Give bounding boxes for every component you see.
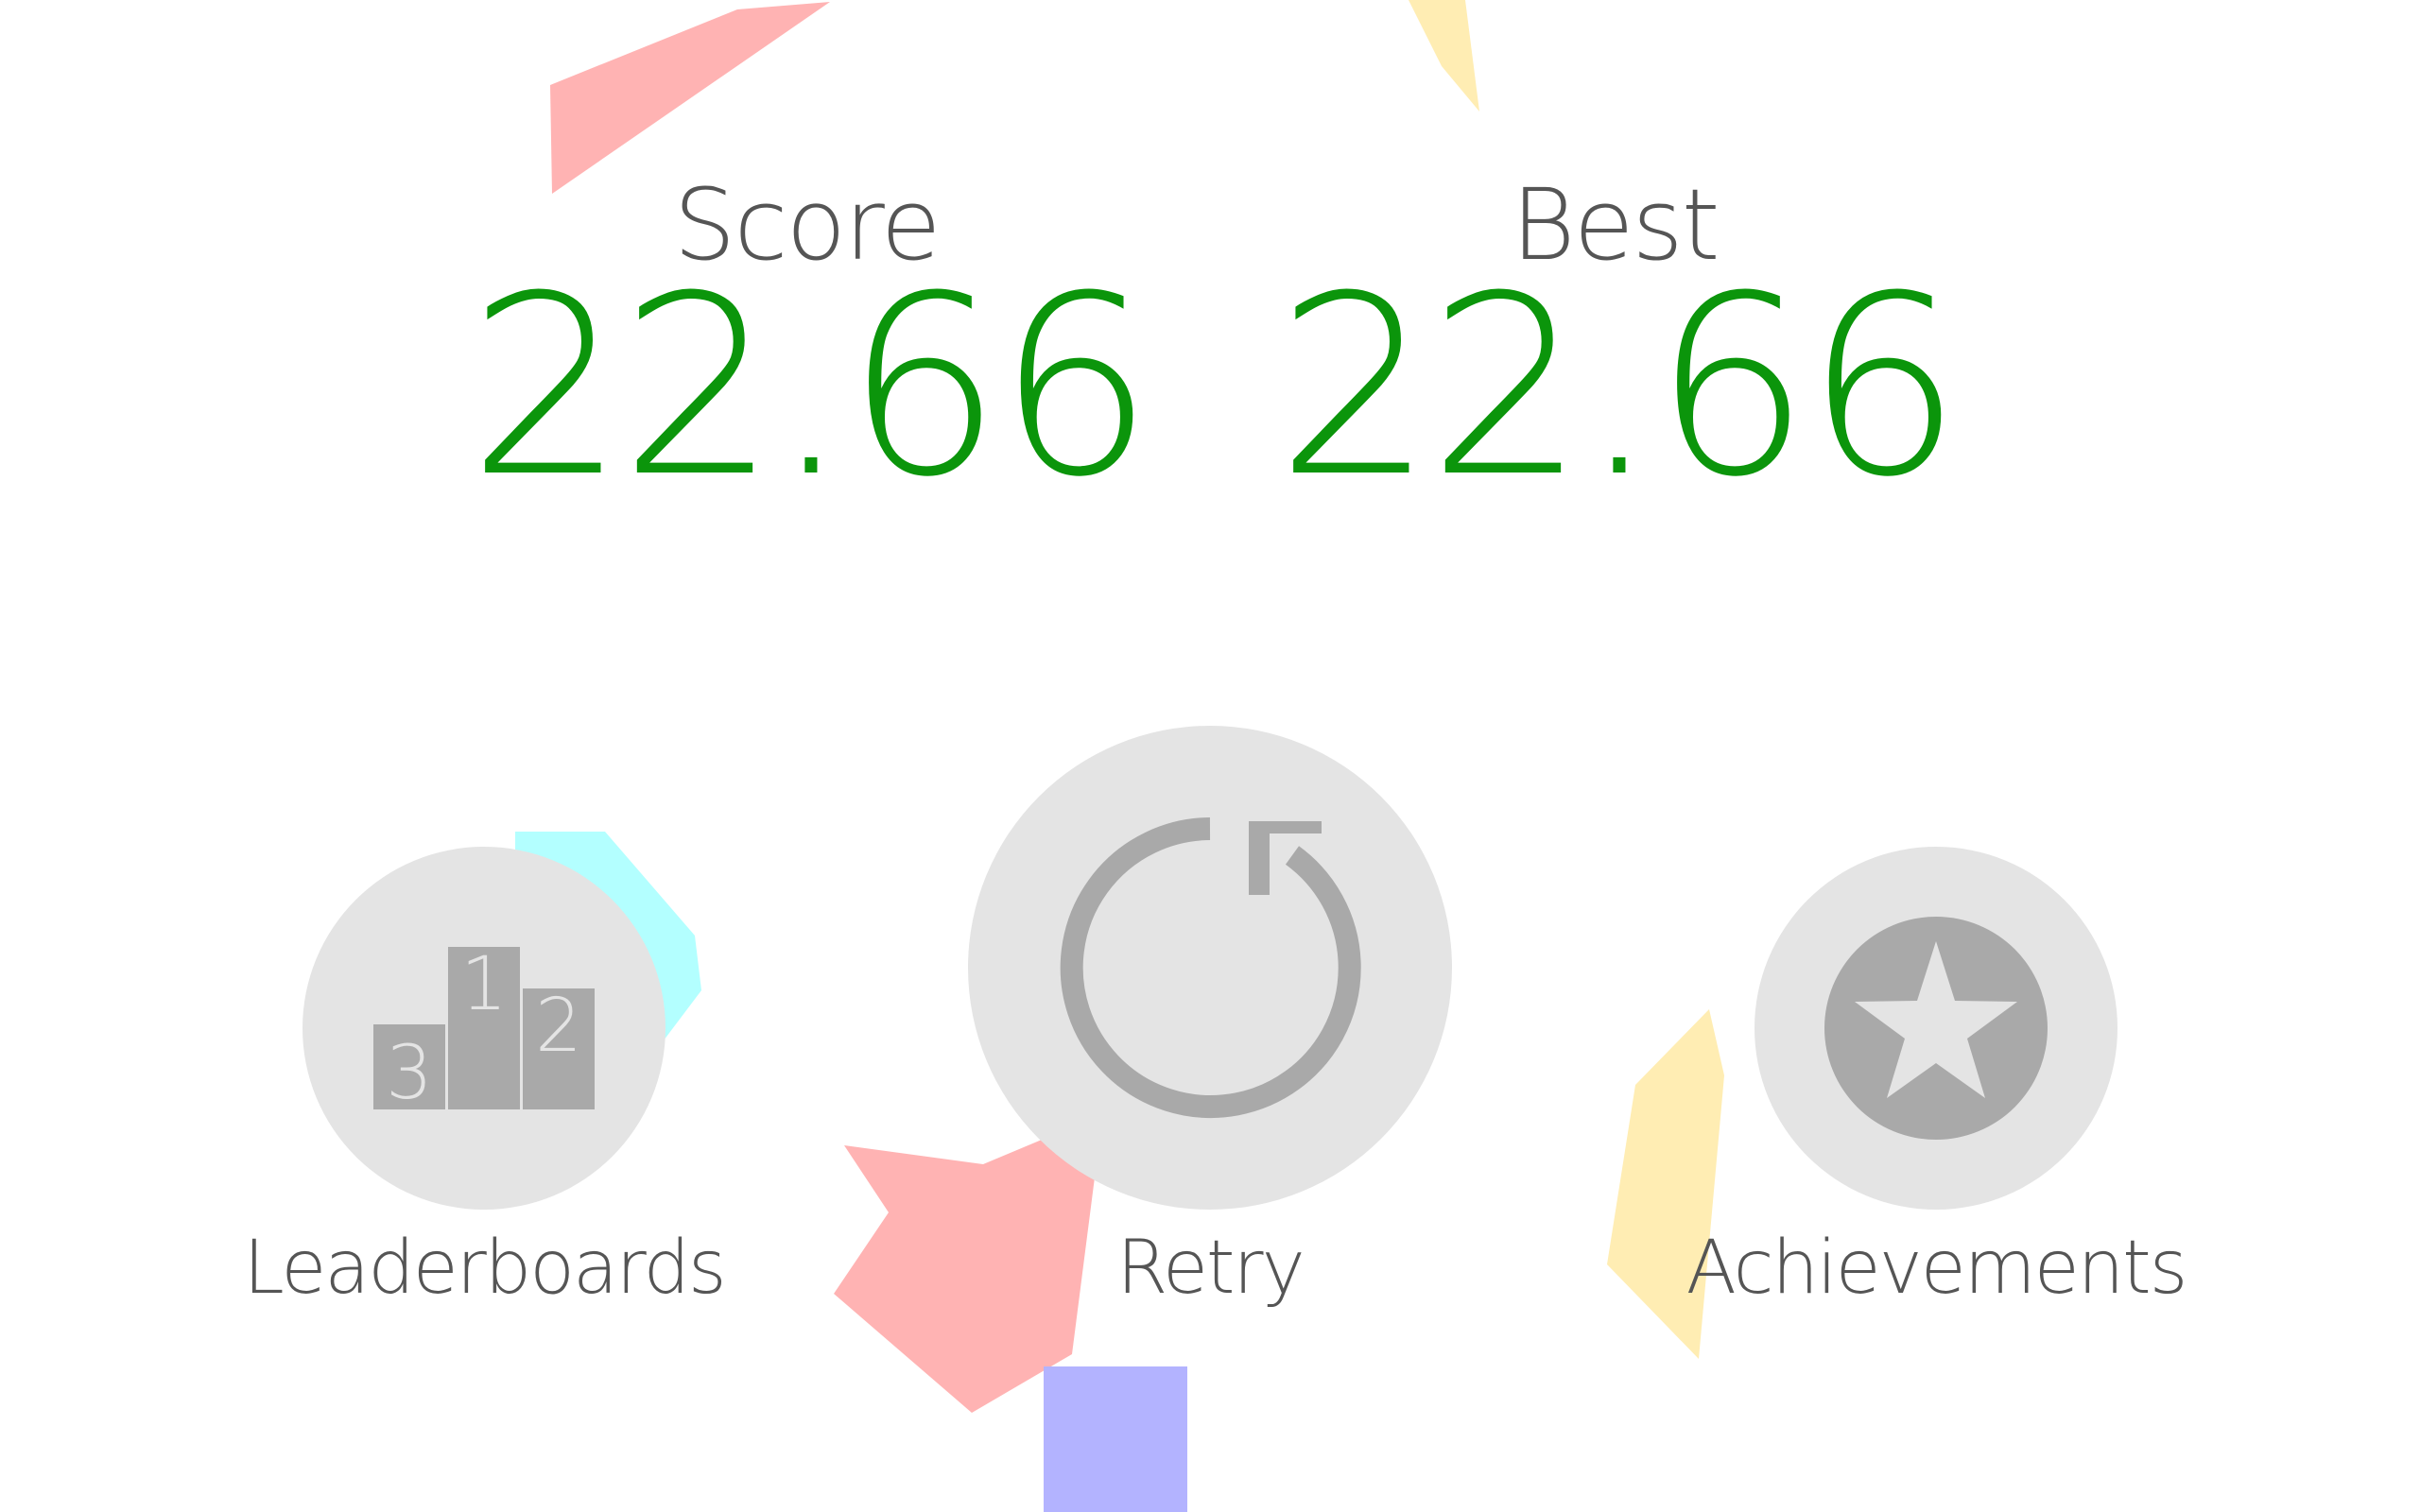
podium-second-place: 2 — [535, 984, 582, 1069]
best-value: 22.66 — [1275, 243, 1962, 531]
leaderboards-button[interactable]: 1 2 3 — [302, 847, 666, 1210]
retry-label[interactable]: Retry — [879, 1221, 1541, 1315]
podium-first-place: 1 — [460, 942, 508, 1027]
yellow-shape-top — [1409, 0, 1479, 112]
podium-third-place: 3 — [386, 1031, 433, 1116]
podium-icon: 1 2 3 — [373, 942, 595, 1116]
leaderboards-label[interactable]: Leaderboards — [153, 1221, 815, 1315]
game-over-screen: Score Best 22.66 22.66 1 2 3 Leaderboard… — [0, 0, 2420, 1512]
retry-button[interactable] — [968, 726, 1452, 1210]
star-icon — [1824, 917, 2048, 1140]
blue-square-bottom — [1044, 1366, 1187, 1512]
retry-icon — [1060, 817, 1361, 1118]
pink-shape-top — [550, 2, 830, 194]
score-value: 22.66 — [467, 243, 1154, 531]
achievements-label[interactable]: Achievements — [1605, 1221, 2267, 1315]
achievements-button[interactable] — [1754, 847, 2118, 1210]
